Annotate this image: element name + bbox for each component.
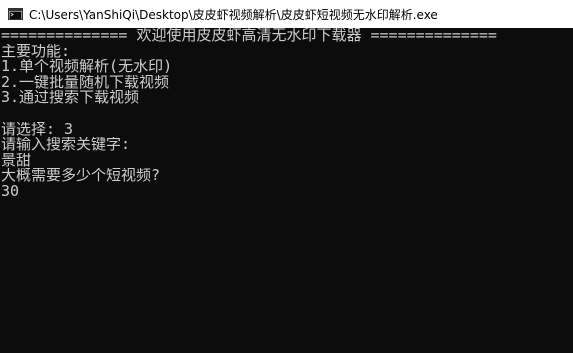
console-line-option-2: 2.一键批量随机下载视频: [1, 74, 170, 91]
console-line-option-1: 1.单个视频解析(无水印): [1, 59, 173, 75]
console-line-keyword-prompt: 请输入搜索关键字:: [1, 137, 131, 153]
console-line-keyword-input: 景甜: [1, 152, 32, 169]
console-window-icon: [8, 8, 23, 20]
console-line-option-3: 3.通过搜索下载视频: [1, 90, 140, 106]
console-line-choice: 请选择: 3: [1, 121, 74, 138]
console-window: C:\Users\YanShiQi\Desktop\皮皮虾视频解析\皮皮虾短视频…: [0, 0, 573, 353]
console-line-count-prompt: 大概需要多少个短视频?: [1, 168, 161, 184]
window-title: C:\Users\YanShiQi\Desktop\皮皮虾视频解析\皮皮虾短视频…: [29, 7, 438, 22]
console-line-count-input: 30: [1, 183, 20, 200]
console-line-banner: ============== 欢迎使用皮皮虾高清无水印下载器 =========…: [1, 28, 497, 44]
console-line-features-heading: 主要功能:: [1, 43, 71, 60]
title-bar[interactable]: C:\Users\YanShiQi\Desktop\皮皮虾视频解析\皮皮虾短视频…: [0, 0, 573, 28]
console-output[interactable]: ============== 欢迎使用皮皮虾高清无水印下载器 =========…: [0, 28, 573, 353]
